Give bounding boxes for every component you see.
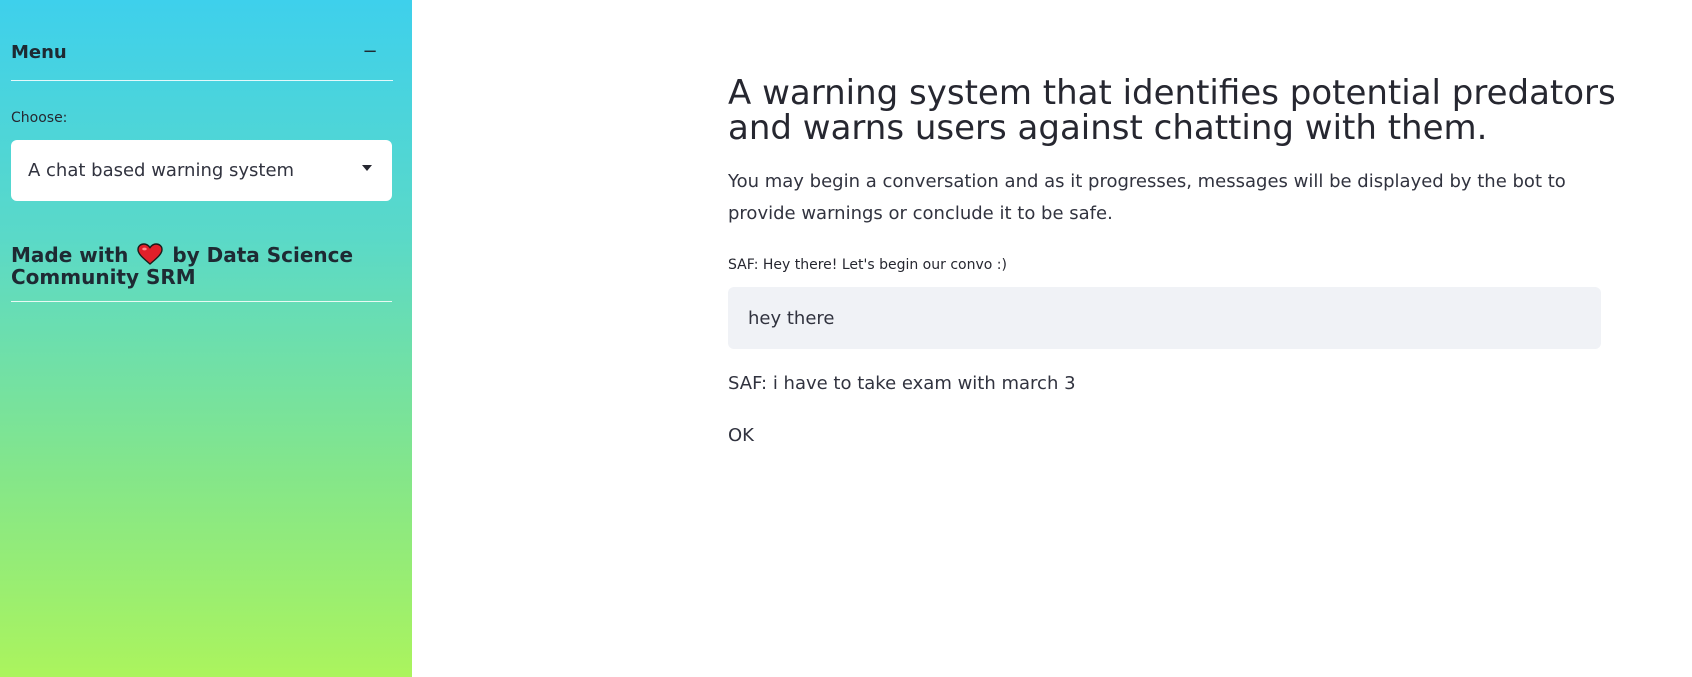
main-content: A warning system that identifies potenti… — [412, 0, 1692, 677]
page-title: A warning system that identifies potenti… — [728, 73, 1616, 148]
made-with-prefix: Made with — [11, 243, 129, 267]
choose-label: Choose: — [11, 110, 68, 126]
status-text: OK — [728, 425, 754, 446]
heart-icon — [137, 243, 164, 265]
bot-message: SAF: i have to take exam with march 3 — [728, 373, 1076, 394]
page-description: You may begin a conversation and as it p… — [728, 171, 1566, 224]
sidebar: Menu − Choose: A chat based warning syst… — [0, 0, 412, 677]
chat-input[interactable] — [728, 287, 1601, 349]
collapse-menu-button[interactable]: − — [359, 40, 381, 64]
app-root: Menu − Choose: A chat based warning syst… — [0, 0, 1692, 677]
chat-input-label: SAF: Hey there! Let's begin our convo :) — [728, 257, 1007, 273]
menu-header: Menu − — [11, 40, 393, 81]
mode-select[interactable]: A chat based warning system — [11, 140, 392, 201]
menu-title: Menu — [11, 42, 67, 63]
caret-down-icon — [362, 165, 372, 171]
made-with-credit: Made with by Data Science Community SRM — [11, 243, 392, 302]
mode-select-value: A chat based warning system — [28, 160, 295, 181]
